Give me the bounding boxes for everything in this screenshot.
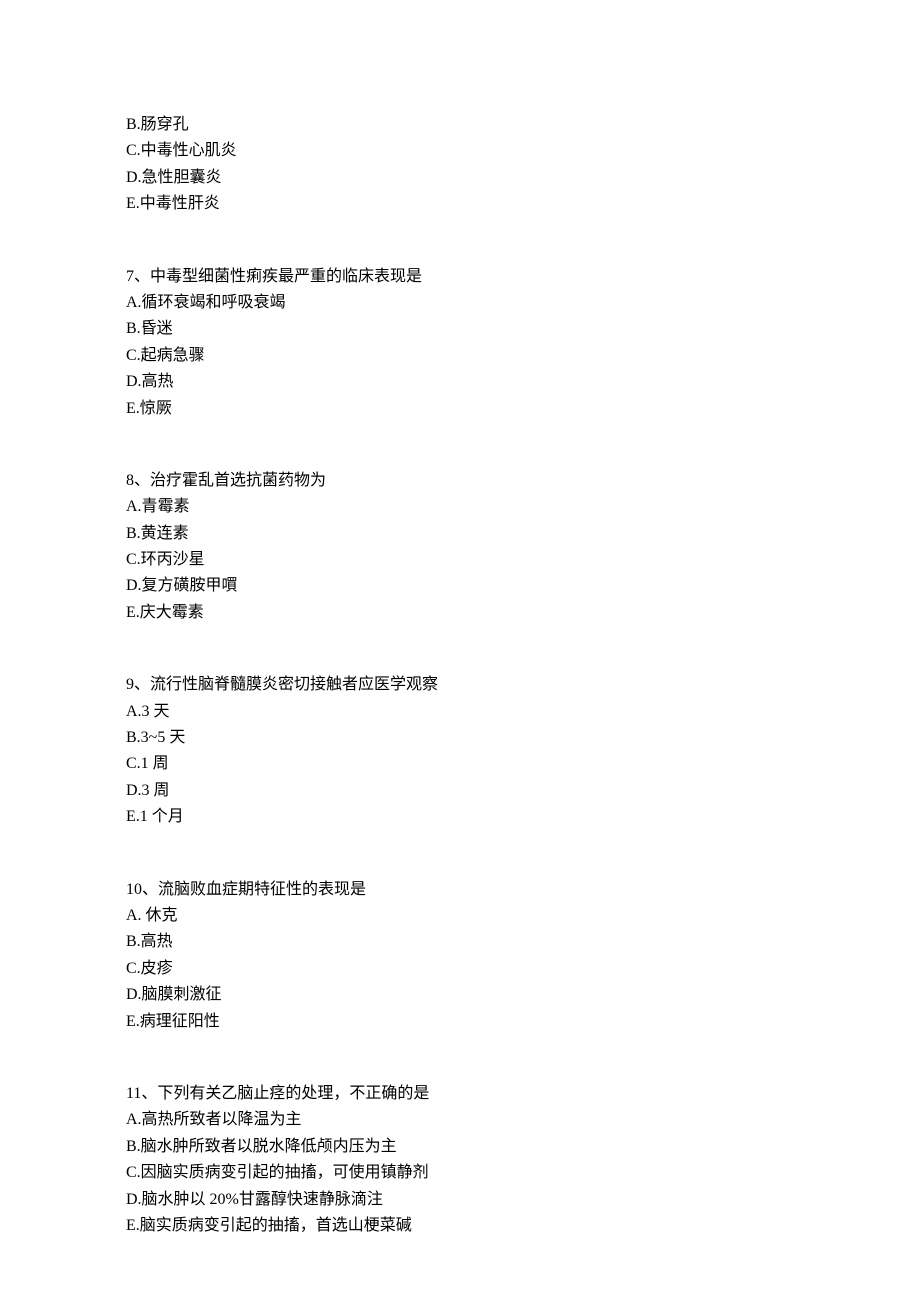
option-line: B.3~5 天 [126, 725, 920, 751]
option-line: D.急性胆囊炎 [126, 165, 920, 191]
option-line: C.起病急骤 [126, 343, 920, 369]
option-line: B.肠穿孔 [126, 112, 920, 138]
question-stem: 7、中毒型细菌性痢疾最严重的临床表现是 [126, 264, 920, 290]
option-line: E.惊厥 [126, 396, 920, 422]
option-line: B.脑水肿所致者以脱水降低颅内压为主 [126, 1134, 920, 1160]
question-stem: 10、流脑败血症期特征性的表现是 [126, 877, 920, 903]
option-line: A.3 天 [126, 699, 920, 725]
document-page: B.肠穿孔 C.中毒性心肌炎 D.急性胆囊炎 E.中毒性肝炎 7、中毒型细菌性痢… [0, 0, 920, 1301]
option-line: D.复方磺胺甲嘪 [126, 573, 920, 599]
option-line: A.高热所致者以降温为主 [126, 1107, 920, 1133]
option-line: B.高热 [126, 929, 920, 955]
option-line: B.昏迷 [126, 316, 920, 342]
question-stem: 8、治疗霍乱首选抗菌药物为 [126, 468, 920, 494]
option-line: C.因脑实质病变引起的抽搐，可使用镇静剂 [126, 1160, 920, 1186]
option-line: D.脑水肿以 20%甘露醇快速静脉滴注 [126, 1187, 920, 1213]
option-line: D.3 周 [126, 778, 920, 804]
option-line: A.青霉素 [126, 494, 920, 520]
question-7: 7、中毒型细菌性痢疾最严重的临床表现是 A.循环衰竭和呼吸衰竭 B.昏迷 C.起… [126, 264, 920, 422]
option-line: E.病理征阳性 [126, 1009, 920, 1035]
option-line: B.黄连素 [126, 521, 920, 547]
question-9: 9、流行性脑脊髓膜炎密切接触者应医学观察 A.3 天 B.3~5 天 C.1 周… [126, 672, 920, 830]
option-line: D.脑膜刺激征 [126, 982, 920, 1008]
question-stem: 11、下列有关乙脑止痉的处理，不正确的是 [126, 1081, 920, 1107]
option-line: C.中毒性心肌炎 [126, 138, 920, 164]
option-line: E.中毒性肝炎 [126, 191, 920, 217]
option-line: D.高热 [126, 369, 920, 395]
option-line: C.环丙沙星 [126, 547, 920, 573]
option-line: C.1 周 [126, 751, 920, 777]
question-10: 10、流脑败血症期特征性的表现是 A. 休克 B.高热 C.皮疹 D.脑膜刺激征… [126, 877, 920, 1035]
question-8: 8、治疗霍乱首选抗菌药物为 A.青霉素 B.黄连素 C.环丙沙星 D.复方磺胺甲… [126, 468, 920, 626]
partial-question-block: B.肠穿孔 C.中毒性心肌炎 D.急性胆囊炎 E.中毒性肝炎 [126, 112, 920, 218]
option-line: E.脑实质病变引起的抽搐，首选山梗菜碱 [126, 1213, 920, 1239]
question-11: 11、下列有关乙脑止痉的处理，不正确的是 A.高热所致者以降温为主 B.脑水肿所… [126, 1081, 920, 1239]
option-line: E.1 个月 [126, 804, 920, 830]
option-line: A.循环衰竭和呼吸衰竭 [126, 290, 920, 316]
question-stem: 9、流行性脑脊髓膜炎密切接触者应医学观察 [126, 672, 920, 698]
option-line: C.皮疹 [126, 956, 920, 982]
option-line: E.庆大霉素 [126, 600, 920, 626]
option-line: A. 休克 [126, 903, 920, 929]
